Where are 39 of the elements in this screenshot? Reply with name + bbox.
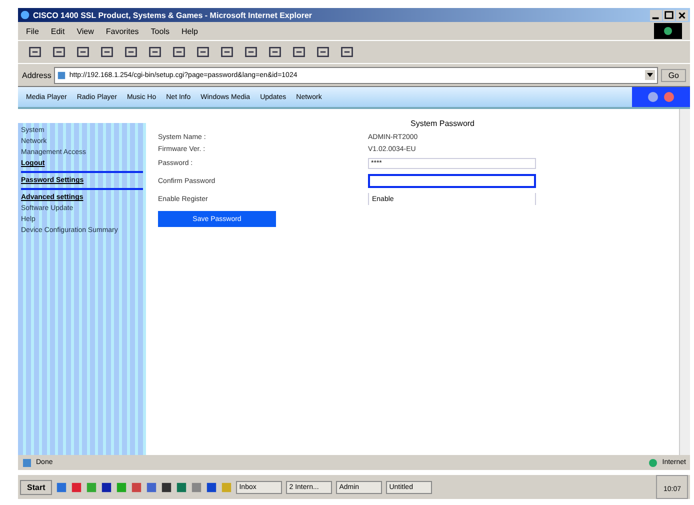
toolbar-icon[interactable] bbox=[28, 45, 42, 59]
logo-icon bbox=[654, 23, 682, 39]
toolbar-icon[interactable] bbox=[244, 45, 258, 59]
scrollbar[interactable] bbox=[679, 109, 690, 455]
start-button[interactable]: Start bbox=[20, 480, 52, 494]
menu-item[interactable]: File bbox=[26, 26, 39, 36]
password-field[interactable] bbox=[368, 174, 536, 188]
close-icon[interactable] bbox=[676, 10, 688, 20]
go-button[interactable]: Go bbox=[661, 68, 686, 82]
toolbar-icon[interactable] bbox=[196, 45, 210, 59]
maximize-icon[interactable] bbox=[663, 10, 675, 20]
toolbar-icon[interactable] bbox=[76, 45, 90, 59]
app-icon[interactable] bbox=[176, 482, 188, 492]
toolbar-icon[interactable] bbox=[148, 45, 162, 59]
menu-item[interactable]: Help bbox=[181, 26, 198, 36]
window-title: CISCO 1400 SSL Product, Systems & Games - Microsoft Internet Explorer bbox=[33, 10, 314, 20]
toolbar-icon[interactable] bbox=[124, 45, 138, 59]
toolbar-icon[interactable] bbox=[340, 45, 354, 59]
form-title: System Password bbox=[410, 119, 475, 128]
toolbar-icon[interactable] bbox=[100, 45, 114, 59]
address-label: Address bbox=[22, 70, 52, 80]
menu-item[interactable]: View bbox=[76, 26, 94, 36]
toolbar-icon[interactable] bbox=[52, 45, 66, 59]
toolbar-icon[interactable] bbox=[292, 45, 306, 59]
minimize-icon[interactable] bbox=[650, 10, 662, 20]
menu-item[interactable]: Favorites bbox=[106, 26, 139, 36]
app-icon[interactable] bbox=[161, 482, 172, 492]
menu-item[interactable]: Tools bbox=[150, 26, 170, 36]
toolbar-icon[interactable] bbox=[316, 45, 330, 59]
page-icon bbox=[22, 458, 32, 468]
toolbar-icon[interactable] bbox=[220, 45, 234, 59]
app-icon[interactable] bbox=[101, 482, 112, 492]
menu-item[interactable]: Edit bbox=[50, 26, 65, 36]
toolbar-icon[interactable] bbox=[172, 45, 186, 59]
toolbar-icon[interactable] bbox=[268, 45, 282, 59]
dropdown-icon[interactable] bbox=[645, 70, 656, 80]
app-icon[interactable] bbox=[206, 482, 218, 492]
circle-icon[interactable] bbox=[647, 91, 659, 103]
page-icon bbox=[57, 70, 66, 80]
